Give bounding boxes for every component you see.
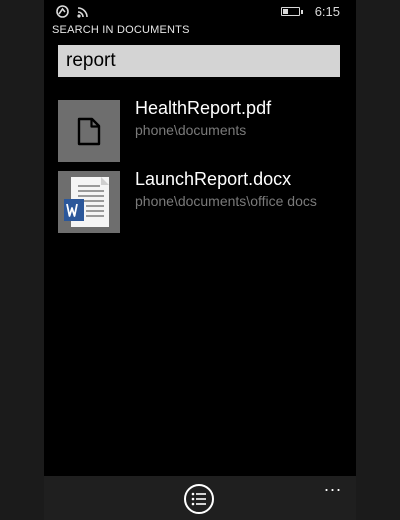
battery-body	[280, 7, 300, 16]
status-icons-right: 6:15	[280, 4, 340, 19]
list-icon	[191, 492, 206, 506]
file-icon	[77, 117, 101, 146]
status-icons-left	[56, 5, 91, 23]
result-name: LaunchReport.docx	[135, 169, 292, 189]
result-thumbnail	[58, 100, 120, 162]
page-title: SEARCH IN DOCUMENTS	[52, 24, 190, 36]
battery-icon	[280, 7, 303, 16]
app-bar: ...	[44, 476, 356, 520]
word-document-icon	[64, 177, 109, 227]
status-bar: 6:15	[44, 0, 356, 24]
result-path: phone\documents	[135, 122, 247, 138]
notification-icon	[56, 5, 69, 23]
search-box[interactable]	[58, 45, 340, 77]
list-item[interactable]: LaunchReport.docx phone\documents\office…	[58, 169, 348, 233]
result-thumbnail	[58, 171, 120, 233]
wifi-signal-icon	[77, 5, 91, 23]
search-input[interactable]	[66, 50, 332, 72]
status-time: 6:15	[314, 4, 340, 19]
list-button[interactable]	[184, 484, 214, 514]
battery-nub	[300, 9, 303, 14]
result-name: HealthReport.pdf	[135, 98, 272, 118]
more-options-button[interactable]: ...	[324, 476, 342, 494]
phone-screen: 6:15 SEARCH IN DOCUMENTS HealthReport.pd…	[44, 0, 356, 520]
results-list: HealthReport.pdf phone\documents LaunchR…	[58, 98, 348, 242]
battery-fill	[282, 9, 288, 14]
list-item[interactable]: HealthReport.pdf phone\documents	[58, 98, 348, 162]
result-path: phone\documents\office docs	[135, 193, 317, 209]
